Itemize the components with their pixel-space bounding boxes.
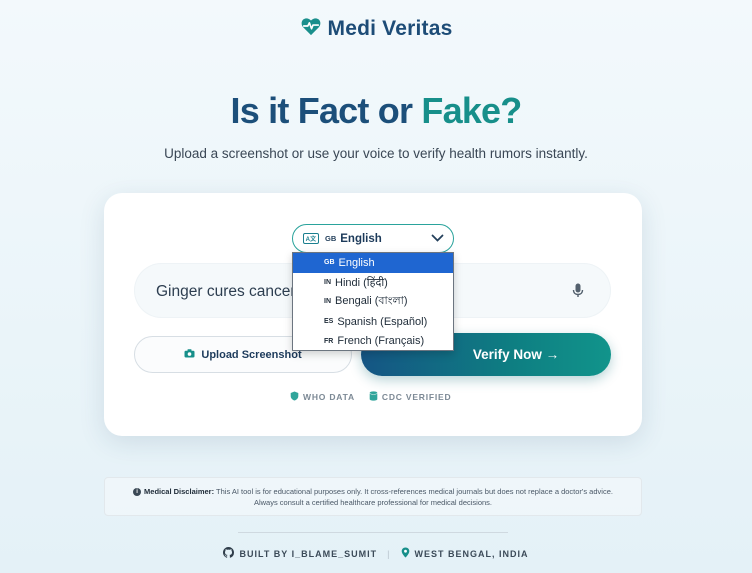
option-flag: IN (324, 278, 331, 286)
title-part-1: Is it Fact or (230, 90, 413, 131)
language-icon: A文 (303, 233, 319, 244)
footer-location-label: WEST BENGAL, INDIA (414, 548, 529, 559)
option-label: Bengali (বাংলা) (335, 295, 408, 308)
microphone-icon[interactable] (572, 283, 584, 303)
heart-pulse-icon (300, 16, 322, 41)
disclaimer-line-2: Always consult a certified healthcare pr… (253, 498, 493, 507)
brand-name: Medi Veritas (327, 16, 453, 40)
selected-flag: GB (325, 234, 337, 243)
language-option-french[interactable]: FR French (Français) (293, 331, 453, 351)
upload-button-label: Upload Screenshot (201, 348, 302, 361)
language-option-hindi[interactable]: IN Hindi (हिंदी) (293, 273, 453, 293)
footer: BUILT BY I_BLAME_SUMIT | WEST BENGAL, IN… (0, 547, 752, 560)
who-badge: WHO DATA (290, 391, 355, 403)
page-subtitle: Upload a screenshot or use your voice to… (164, 146, 588, 161)
location-pin-icon (401, 547, 410, 560)
footer-separator: | (387, 548, 391, 559)
camera-icon (184, 348, 195, 361)
brand-header: Medi Veritas (0, 16, 752, 41)
footer-author[interactable]: BUILT BY I_BLAME_SUMIT (223, 547, 377, 560)
disclaimer-label: Medical Disclaimer: (144, 487, 215, 496)
info-icon: i (133, 488, 142, 497)
database-icon (369, 391, 378, 403)
title-part-2: Fake? (421, 90, 522, 131)
trust-badges: WHO DATA CDC VERIFIED (290, 391, 451, 403)
option-label: French (Français) (337, 335, 425, 348)
option-flag: FR (324, 337, 334, 345)
shield-icon (290, 391, 299, 403)
language-select[interactable]: A文 GB English (292, 224, 454, 253)
language-option-english[interactable]: GB English (293, 253, 453, 273)
medical-disclaimer: i Medical Disclaimer: This AI tool is for… (104, 477, 642, 516)
footer-author-label: BUILT BY I_BLAME_SUMIT (239, 548, 378, 559)
option-label: Hindi (हिंदी) (335, 276, 388, 289)
cdc-badge: CDC VERIFIED (369, 391, 452, 403)
page-title: Is it Fact or Fake? (0, 90, 752, 132)
selected-language-label: English (340, 232, 382, 245)
cdc-badge-label: CDC VERIFIED (381, 392, 452, 402)
footer-divider (238, 532, 508, 533)
option-label: Spanish (Español) (337, 315, 428, 328)
option-label: English (338, 256, 375, 269)
language-option-spanish[interactable]: ES Spanish (Español) (293, 312, 453, 332)
option-flag: GB (324, 259, 335, 267)
option-flag: ES (324, 318, 334, 326)
chevron-down-icon (431, 233, 444, 246)
option-flag: IN (324, 298, 331, 306)
github-icon (223, 547, 235, 560)
language-dropdown[interactable]: GB English IN Hindi (हिंदी) IN Bengali (… (292, 252, 454, 351)
footer-location: WEST BENGAL, INDIA (401, 547, 529, 560)
query-input-value[interactable]: Ginger cures cancer (156, 283, 296, 301)
disclaimer-line-1: This AI tool is for educational purposes… (216, 487, 613, 496)
who-badge-label: WHO DATA (303, 392, 355, 402)
language-option-bengali[interactable]: IN Bengali (বাংলা) (293, 292, 453, 312)
